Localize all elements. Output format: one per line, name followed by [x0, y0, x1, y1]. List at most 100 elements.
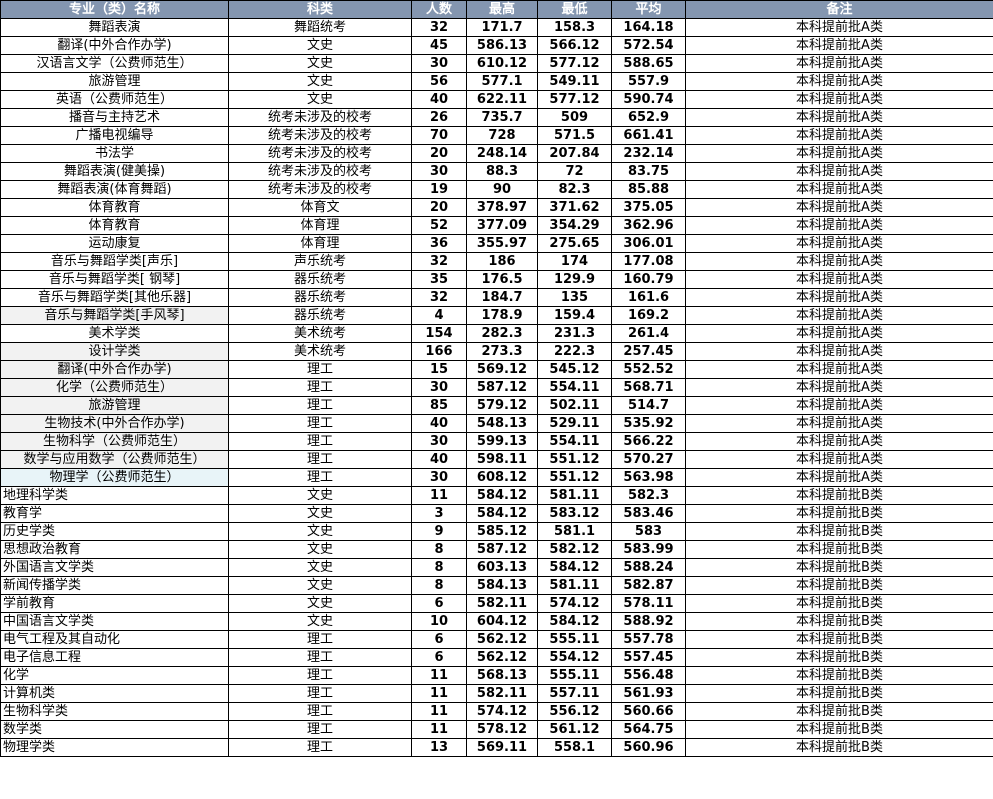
header-highest[interactable]: 最高	[466, 0, 538, 19]
table-row[interactable]: 旅游管理 理工 85 579.12 502.11 514.7 本科提前批A类	[0, 396, 993, 415]
table-row[interactable]: 外国语言文学类 文史 8 603.13 584.12 588.24 本科提前批B类	[0, 558, 993, 577]
table-row[interactable]: 数学与应用数学（公费师范生） 理工 40 598.11 551.12 570.27 本科提前…	[0, 450, 993, 469]
header-note[interactable]: 备注	[685, 0, 993, 19]
table-row[interactable]: 生物科学（公费师范生） 理工 30 599.13 554.11 566.22 本科提前批A类	[0, 432, 993, 451]
lowest-score-cell: 556.12	[537, 702, 612, 721]
lowest-score-cell: 581.11	[537, 486, 612, 505]
header-lowest[interactable]: 最低	[537, 0, 612, 19]
count-cell: 8	[411, 558, 467, 577]
table-row[interactable]: 舞蹈表演 舞蹈统考 32 171.7 158.3 164.18 本科提前批A类	[0, 18, 993, 37]
table-row[interactable]: 翻译(中外合作办学) 理工 15 569.12 545.12 552.52 本科提前批A类	[0, 360, 993, 379]
lowest-score-cell: 159.4	[537, 306, 612, 325]
count-cell: 32	[411, 252, 467, 271]
lowest-score-cell: 551.12	[537, 468, 612, 487]
table-row[interactable]: 化学（公费师范生） 理工 30 587.12 554.11 568.71 本科提前批A类	[0, 378, 993, 397]
lowest-score-cell: 581.11	[537, 576, 612, 595]
highest-score-cell: 599.13	[466, 432, 538, 451]
lowest-score-cell: 82.3	[537, 180, 612, 199]
table-row[interactable]: 书法学 统考未涉及的校考 20 248.14 207.84 232.14 本科提前批A类	[0, 144, 993, 163]
table-row[interactable]: 体育教育 体育理 52 377.09 354.29 362.96 本科提前批A类	[0, 216, 993, 235]
table-row[interactable]: 生物技术(中外合作办学) 理工 40 548.13 529.11 535.92 本科提前批A…	[0, 414, 993, 433]
table-row[interactable]: 设计学类 美术统考 166 273.3 222.3 257.45 本科提前批A类	[0, 342, 993, 361]
table-row[interactable]: 音乐与舞蹈学类[ 钢琴] 器乐统考 35 176.5 129.9 160.79 本科提前批A…	[0, 270, 993, 289]
table-row[interactable]: 音乐与舞蹈学类[手风琴] 器乐统考 4 178.9 159.4 169.2 本科提前批A类	[0, 306, 993, 325]
highest-score-cell: 562.12	[466, 648, 538, 667]
average-score-cell: 177.08	[611, 252, 686, 271]
table-row[interactable]: 英语（公费师范生） 文史 40 622.11 577.12 590.74 本科提前批A类	[0, 90, 993, 109]
batch-note-cell: 本科提前批B类	[685, 648, 993, 667]
table-row[interactable]: 中国语言文学类 文史 10 604.12 584.12 588.92 本科提前批B类	[0, 612, 993, 631]
category-cell: 体育理	[228, 216, 412, 235]
category-cell: 理工	[228, 396, 412, 415]
count-cell: 26	[411, 108, 467, 127]
table-row[interactable]: 生物科学类 理工 11 574.12 556.12 560.66 本科提前批B类	[0, 702, 993, 721]
average-score-cell: 661.41	[611, 126, 686, 145]
header-count[interactable]: 人数	[411, 0, 467, 19]
major-name-cell: 舞蹈表演(体育舞蹈)	[0, 180, 229, 199]
highest-score-cell: 622.11	[466, 90, 538, 109]
major-name-cell: 物理学类	[0, 738, 229, 757]
count-cell: 30	[411, 162, 467, 181]
category-cell: 文史	[228, 72, 412, 91]
lowest-score-cell: 135	[537, 288, 612, 307]
table-row[interactable]: 数学类 理工 11 578.12 561.12 564.75 本科提前批B类	[0, 720, 993, 739]
category-cell: 统考未涉及的校考	[228, 180, 412, 199]
highest-score-cell: 728	[466, 126, 538, 145]
table-row[interactable]: 计算机类 理工 11 582.11 557.11 561.93 本科提前批B类	[0, 684, 993, 703]
count-cell: 70	[411, 126, 467, 145]
major-name-cell: 翻译(中外合作办学)	[0, 36, 229, 55]
highest-score-cell: 88.3	[466, 162, 538, 181]
header-average[interactable]: 平均	[611, 0, 686, 19]
batch-note-cell: 本科提前批A类	[685, 198, 993, 217]
major-name-cell: 化学	[0, 666, 229, 685]
count-cell: 4	[411, 306, 467, 325]
table-row[interactable]: 舞蹈表演(健美操) 统考未涉及的校考 30 88.3 72 83.75 本科提前批A类	[0, 162, 993, 181]
major-name-cell: 思想政治教育	[0, 540, 229, 559]
batch-note-cell: 本科提前批A类	[685, 72, 993, 91]
table-row[interactable]: 物理学类 理工 13 569.11 558.1 560.96 本科提前批B类	[0, 738, 993, 757]
count-cell: 11	[411, 702, 467, 721]
table-row[interactable]: 思想政治教育 文史 8 587.12 582.12 583.99 本科提前批B类	[0, 540, 993, 559]
average-score-cell: 566.22	[611, 432, 686, 451]
header-major[interactable]: 专业（类）名称	[0, 0, 229, 19]
lowest-score-cell: 174	[537, 252, 612, 271]
average-score-cell: 588.92	[611, 612, 686, 631]
major-name-cell: 地理科学类	[0, 486, 229, 505]
table-row[interactable]: 播音与主持艺术 统考未涉及的校考 26 735.7 509 652.9 本科提前批A类	[0, 108, 993, 127]
table-row[interactable]: 化学 理工 11 568.13 555.11 556.48 本科提前批B类	[0, 666, 993, 685]
major-name-cell: 数学与应用数学（公费师范生）	[0, 450, 229, 469]
table-row[interactable]: 地理科学类 文史 11 584.12 581.11 582.3 本科提前批B类	[0, 486, 993, 505]
batch-note-cell: 本科提前批A类	[685, 450, 993, 469]
highest-score-cell: 585.12	[466, 522, 538, 541]
average-score-cell: 261.4	[611, 324, 686, 343]
table-row[interactable]: 运动康复 体育理 36 355.97 275.65 306.01 本科提前批A类	[0, 234, 993, 253]
table-row[interactable]: 历史学类 文史 9 585.12 581.1 583 本科提前批B类	[0, 522, 993, 541]
major-name-cell: 旅游管理	[0, 72, 229, 91]
table-row[interactable]: 音乐与舞蹈学类[其他乐器] 器乐统考 32 184.7 135 161.6 本科提前批A类	[0, 288, 993, 307]
count-cell: 10	[411, 612, 467, 631]
average-score-cell: 161.6	[611, 288, 686, 307]
count-cell: 15	[411, 360, 467, 379]
table-row[interactable]: 体育教育 体育文 20 378.97 371.62 375.05 本科提前批A类	[0, 198, 993, 217]
table-row[interactable]: 新闻传播学类 文史 8 584.13 581.11 582.87 本科提前批B类	[0, 576, 993, 595]
table-row[interactable]: 美术学类 美术统考 154 282.3 231.3 261.4 本科提前批A类	[0, 324, 993, 343]
batch-note-cell: 本科提前批A类	[685, 180, 993, 199]
batch-note-cell: 本科提前批A类	[685, 342, 993, 361]
table-row[interactable]: 音乐与舞蹈学类[声乐] 声乐统考 32 186 174 177.08 本科提前批A类	[0, 252, 993, 271]
table-row[interactable]: 物理学（公费师范生） 理工 30 608.12 551.12 563.98 本科提前批A类	[0, 468, 993, 487]
category-cell: 理工	[228, 360, 412, 379]
table-row[interactable]: 教育学 文史 3 584.12 583.12 583.46 本科提前批B类	[0, 504, 993, 523]
table-row[interactable]: 旅游管理 文史 56 577.1 549.11 557.9 本科提前批A类	[0, 72, 993, 91]
header-category[interactable]: 科类	[228, 0, 412, 19]
average-score-cell: 306.01	[611, 234, 686, 253]
table-row[interactable]: 汉语言文学（公费师范生） 文史 30 610.12 577.12 588.65 本科提前批A…	[0, 54, 993, 73]
table-row[interactable]: 电子信息工程 理工 6 562.12 554.12 557.45 本科提前批B类	[0, 648, 993, 667]
major-name-cell: 舞蹈表演(健美操)	[0, 162, 229, 181]
table-row[interactable]: 舞蹈表演(体育舞蹈) 统考未涉及的校考 19 90 82.3 85.88 本科提前批A类	[0, 180, 993, 199]
table-row[interactable]: 电气工程及其自动化 理工 6 562.12 555.11 557.78 本科提前批B类	[0, 630, 993, 649]
average-score-cell: 652.9	[611, 108, 686, 127]
table-row[interactable]: 广播电视编导 统考未涉及的校考 70 728 571.5 661.41 本科提前批A类	[0, 126, 993, 145]
table-row[interactable]: 学前教育 文史 6 582.11 574.12 578.11 本科提前批B类	[0, 594, 993, 613]
table-row[interactable]: 翻译(中外合作办学) 文史 45 586.13 566.12 572.54 本科提前批A类	[0, 36, 993, 55]
category-cell: 文史	[228, 594, 412, 613]
